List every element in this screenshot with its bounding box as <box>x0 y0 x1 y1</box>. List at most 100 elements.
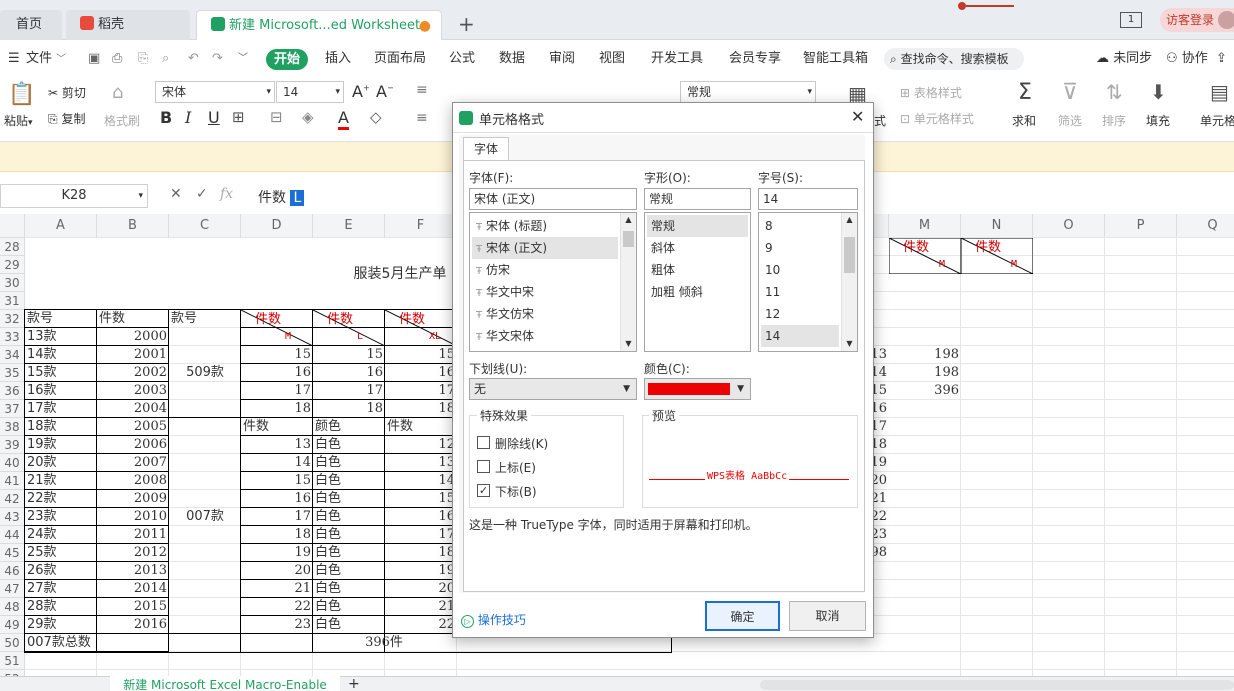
font-list-scrollbar[interactable]: ▲ ▼ <box>620 213 636 351</box>
menu-page-layout[interactable]: 页面布局 <box>374 40 426 78</box>
menu-file[interactable]: 文件 ﹀ <box>26 40 66 78</box>
row-header[interactable]: 49 <box>0 616 25 634</box>
underline-button[interactable]: U <box>208 108 220 127</box>
row-header[interactable]: 43 <box>0 508 25 526</box>
print-icon[interactable]: ⎘ <box>138 40 148 78</box>
cancel-icon[interactable]: ✕ <box>170 186 182 202</box>
cell-button[interactable]: 单元格 <box>1200 112 1234 129</box>
font-name-input[interactable]: 宋体 (正文) <box>469 188 637 210</box>
column-header[interactable]: Q <box>1177 214 1234 238</box>
export-icon[interactable]: ⎙ <box>112 40 122 78</box>
size-option[interactable]: 11 <box>761 281 839 303</box>
redo-icon[interactable]: ↷ <box>212 40 223 78</box>
select-all-corner[interactable] <box>0 214 25 238</box>
align-left-icon[interactable]: ≡ <box>416 110 428 126</box>
font-option[interactable]: Ŧ 华文仿宋 <box>472 303 618 325</box>
row-header[interactable]: 50 <box>0 634 25 652</box>
sum-button[interactable]: 求和 <box>1012 112 1036 129</box>
filter-button[interactable]: 筛选 <box>1058 112 1082 129</box>
row-header[interactable]: 39 <box>0 436 25 454</box>
new-tab-button[interactable]: + <box>458 12 475 36</box>
column-header[interactable]: F <box>385 214 457 238</box>
subscript-checkbox[interactable]: ✓ <box>477 484 490 497</box>
border-icon[interactable]: ⊞ <box>232 108 245 126</box>
font-size-select[interactable]: 14 ▾ <box>276 81 344 103</box>
align-top-icon[interactable]: ≡ <box>416 82 428 98</box>
clear-icon[interactable]: ◇ <box>370 108 382 126</box>
ok-button[interactable]: 确定 <box>705 601 780 631</box>
row-header[interactable]: 38 <box>0 418 25 436</box>
row-header[interactable]: 44 <box>0 526 25 544</box>
column-header[interactable]: B <box>97 214 169 238</box>
menu-developer[interactable]: 开发工具 <box>651 40 703 78</box>
row-header[interactable]: 41 <box>0 472 25 490</box>
menu-data[interactable]: 数据 <box>499 40 525 78</box>
cell-style-button[interactable]: ⊡ 单元格样式 <box>900 110 974 127</box>
menu-review[interactable]: 审阅 <box>549 40 575 78</box>
style-option-selected[interactable]: 常规 <box>647 215 748 237</box>
collab-button[interactable]: ⚇ 协作 <box>1166 40 1208 78</box>
sort-icon[interactable]: ⇅ <box>1106 80 1123 104</box>
row-header[interactable]: 29 <box>0 256 25 274</box>
login-button[interactable]: 访客登录 <box>1160 8 1234 32</box>
share-icon[interactable]: ⇪ <box>1216 40 1227 78</box>
row-header[interactable]: 31 <box>0 292 25 310</box>
fill-color-icon[interactable]: ◈ <box>302 108 314 126</box>
row-header[interactable]: 36 <box>0 382 25 400</box>
style-list[interactable]: 常规 斜体 粗体 加粗 倾斜 <box>644 212 751 352</box>
merge-icon[interactable]: ⊟ <box>270 108 283 126</box>
color-select[interactable]: ▼ <box>644 378 751 400</box>
style-input[interactable]: 常规 <box>644 188 751 210</box>
size-option[interactable]: 10 <box>761 259 839 281</box>
horizontal-scrollbar[interactable] <box>760 680 1234 690</box>
row-header[interactable]: 30 <box>0 274 25 292</box>
column-header[interactable]: A <box>25 214 97 238</box>
dialog-titlebar[interactable]: 单元格格式 ✕ <box>453 103 873 133</box>
size-input[interactable]: 14 <box>758 188 858 210</box>
search-box[interactable]: ⌕ 查找命令、搜索模板 <box>884 48 1024 70</box>
superscript-checkbox[interactable] <box>477 460 490 473</box>
grow-font-button[interactable]: A+ <box>352 82 370 101</box>
underline-select[interactable]: 无 ▼ <box>469 378 637 400</box>
font-color-button[interactable]: A <box>338 108 349 130</box>
row-header[interactable]: 46 <box>0 562 25 580</box>
drag-handle[interactable] <box>958 2 1014 10</box>
cut-button[interactable]: ✂ 剪切 <box>48 84 86 101</box>
column-header[interactable]: M <box>889 214 961 238</box>
format-painter-button[interactable]: 格式刷 <box>104 112 140 129</box>
size-option-selected[interactable]: 14 <box>761 325 839 347</box>
style-option[interactable]: 粗体 <box>647 259 748 281</box>
size-option[interactable]: 8 <box>761 215 839 237</box>
style-option[interactable]: 斜体 <box>647 237 748 259</box>
tab-home[interactable]: 首页 <box>0 10 62 40</box>
paste-icon[interactable]: 📋 <box>8 82 35 107</box>
sort-button[interactable]: 排序 <box>1102 112 1126 129</box>
column-header[interactable]: N <box>961 214 1033 238</box>
number-format-select[interactable]: 常规 ▾ <box>680 81 816 103</box>
size-list[interactable]: 8 9 10 11 12 14 ▲ ▼ <box>758 212 858 352</box>
strikethrough-checkbox[interactable] <box>477 436 490 449</box>
row-header[interactable]: 28 <box>0 238 25 256</box>
font-option[interactable]: Ŧ 华文宋体 <box>472 325 618 347</box>
size-list-scrollbar[interactable]: ▲ ▼ <box>841 213 857 351</box>
row-header[interactable]: 48 <box>0 598 25 616</box>
column-header[interactable]: O <box>1033 214 1105 238</box>
quick-access-dropdown-icon[interactable]: ﹀ <box>238 40 248 78</box>
cancel-button[interactable]: 取消 <box>789 601 866 631</box>
sync-button[interactable]: ☁ 未同步 <box>1096 40 1152 78</box>
cell-icon[interactable]: ▤ <box>1210 80 1229 104</box>
fill-button[interactable]: 填充 <box>1146 112 1170 129</box>
save-icon[interactable]: ▣ <box>88 40 100 78</box>
shrink-font-button[interactable]: A− <box>376 82 394 101</box>
confirm-icon[interactable]: ✓ <box>196 186 208 202</box>
menu-view[interactable]: 视图 <box>599 40 625 78</box>
row-header[interactable]: 40 <box>0 454 25 472</box>
filter-icon[interactable]: ⊽ <box>1062 80 1078 105</box>
add-sheet-button[interactable]: + <box>348 676 360 691</box>
menu-smart-tools[interactable]: 智能工具箱 <box>803 40 868 78</box>
font-option-selected[interactable]: Ŧ 宋体 (正文) <box>472 237 618 259</box>
table-style-button[interactable]: ⊞ 表格样式 <box>900 84 962 101</box>
close-icon[interactable]: ✕ <box>851 107 864 126</box>
undo-icon[interactable]: ↶ <box>188 40 199 78</box>
font-name-select[interactable]: 宋体 ▾ <box>155 81 275 103</box>
